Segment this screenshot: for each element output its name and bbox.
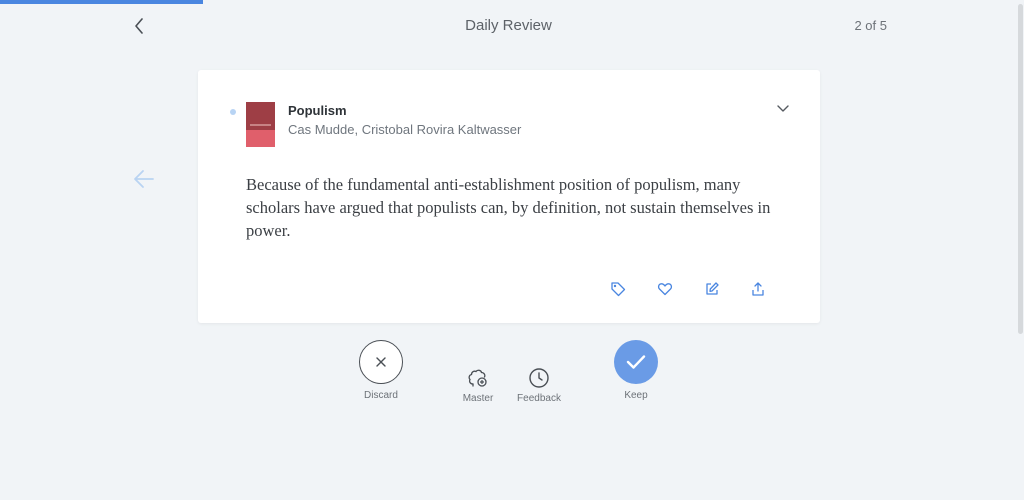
expand-button[interactable] xyxy=(776,102,790,116)
review-counter: 2 of 5 xyxy=(854,18,887,33)
master-label: Master xyxy=(462,393,494,404)
chevron-down-icon xyxy=(777,105,789,112)
edit-icon xyxy=(706,282,719,295)
heart-icon xyxy=(657,283,673,296)
scrollbar-thumb[interactable] xyxy=(1018,4,1023,334)
share-icon xyxy=(752,282,764,296)
tag-button[interactable] xyxy=(610,281,628,299)
keep-circle[interactable] xyxy=(614,340,658,384)
book-title[interactable]: Populism xyxy=(288,103,347,118)
book-author: Cas Mudde, Cristobal Rovira Kaltwasser xyxy=(288,122,522,137)
discard-label: Discard xyxy=(364,390,398,401)
clock-icon xyxy=(529,368,549,388)
feedback-label: Feedback xyxy=(517,393,561,404)
brain-icon xyxy=(468,369,487,387)
page-scrollbar[interactable] xyxy=(1017,0,1024,500)
review-controls: Discard Master Feedback Keep xyxy=(0,340,1017,420)
keep-label: Keep xyxy=(624,390,648,401)
master-button[interactable]: Master xyxy=(458,340,498,404)
highlight-card: Populism Cas Mudde, Cristobal Rovira Kal… xyxy=(198,70,820,323)
highlight-actions xyxy=(610,281,770,299)
edit-button[interactable] xyxy=(704,281,722,299)
tag-icon xyxy=(611,282,626,297)
checkmark-icon xyxy=(626,355,646,369)
discard-circle[interactable] xyxy=(359,340,403,384)
feedback-button[interactable]: Feedback xyxy=(514,340,564,404)
close-icon xyxy=(376,357,386,367)
highlight-text: Because of the fundamental anti-establis… xyxy=(246,175,771,240)
discard-button[interactable]: Discard xyxy=(359,340,403,401)
header: Daily Review 2 of 5 xyxy=(0,0,1017,54)
favorite-button[interactable] xyxy=(657,281,675,299)
share-button[interactable] xyxy=(750,281,768,299)
book-cover[interactable] xyxy=(246,102,275,147)
keep-button[interactable]: Keep xyxy=(614,340,658,401)
arrow-left-icon xyxy=(134,170,154,188)
previous-highlight-button[interactable] xyxy=(132,167,156,191)
unread-dot xyxy=(230,109,236,115)
